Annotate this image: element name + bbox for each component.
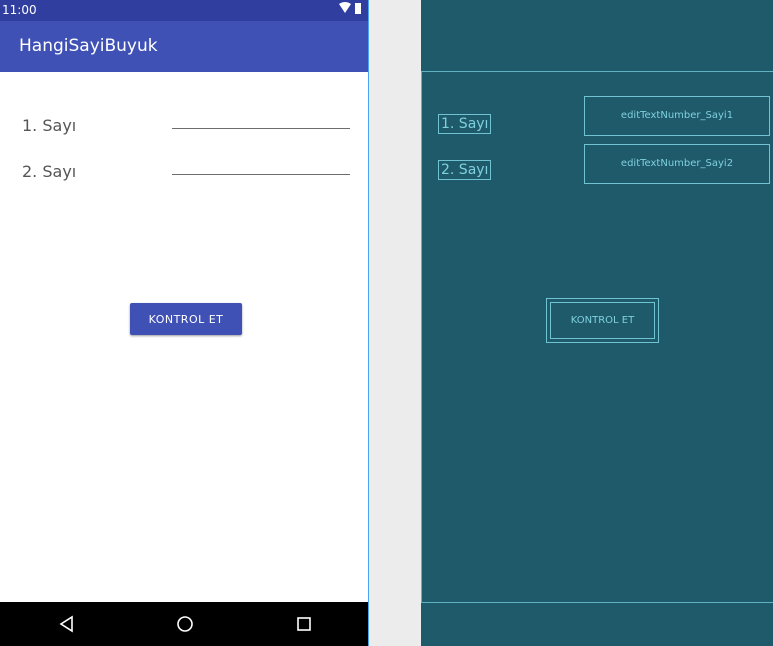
blueprint-left-bound [421, 71, 422, 602]
battery-icon [355, 3, 361, 14]
status-icons [339, 2, 361, 14]
kontrol-et-button[interactable]: KONTROL ET [130, 303, 242, 335]
number-input-2[interactable] [172, 174, 350, 175]
app-bar: HangiSayiBuyuk [0, 21, 368, 72]
design-preview: 11:00 HangiSayiBuyuk 1. Sayı 2. Sayı KON… [0, 0, 369, 646]
status-time: 11:00 [2, 3, 37, 17]
back-icon[interactable] [55, 612, 79, 636]
recents-icon[interactable] [292, 612, 316, 636]
home-icon[interactable] [173, 612, 197, 636]
label-sayi-1: 1. Sayı [22, 116, 77, 135]
blueprint-edit-sayi-1[interactable]: editTextNumber_Sayi1 [584, 96, 770, 136]
blueprint-kontrol-et-button[interactable]: KONTROL ET [546, 298, 659, 343]
status-bar: 11:00 [0, 0, 368, 21]
blueprint-edit-sayi-2[interactable]: editTextNumber_Sayi2 [584, 144, 770, 184]
blueprint-appbar-bound [421, 71, 773, 72]
blueprint-label-sayi-1[interactable]: 1. Sayı [438, 114, 492, 134]
label-sayi-2: 2. Sayı [22, 162, 77, 181]
number-input-1[interactable] [172, 128, 350, 129]
blueprint-button-label: KONTROL ET [550, 302, 655, 339]
app-title: HangiSayiBuyuk [19, 36, 158, 56]
blueprint-label-sayi-2[interactable]: 2. Sayı [438, 160, 492, 180]
wifi-icon [339, 2, 351, 13]
blueprint-view: 1. Sayı 2. Sayı editTextNumber_Sayi1 edi… [421, 0, 773, 646]
blueprint-navbar-bound [421, 602, 773, 603]
navigation-bar [0, 602, 368, 646]
